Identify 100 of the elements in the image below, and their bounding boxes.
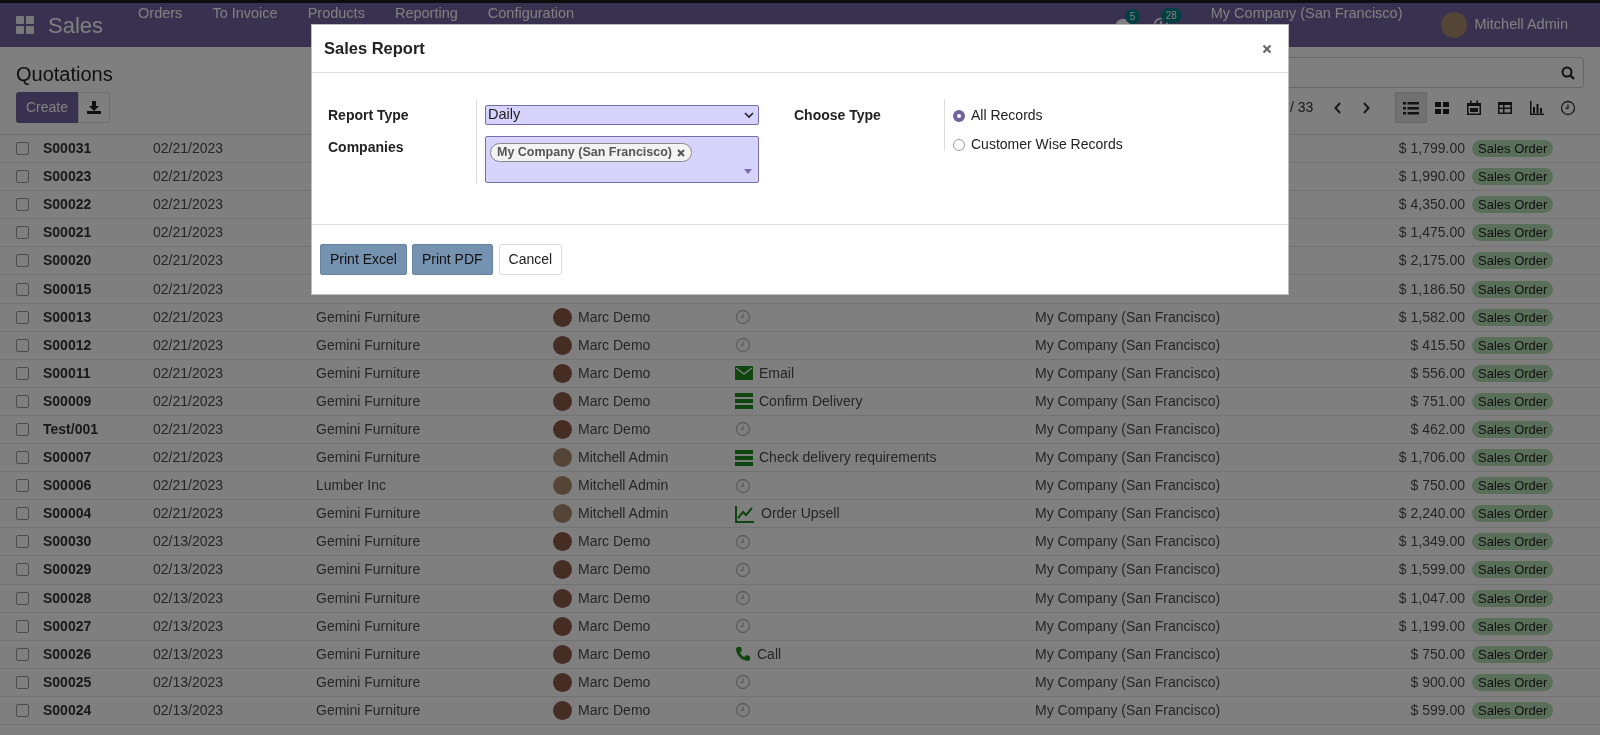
clock-icon: [735, 533, 751, 550]
row-checkbox[interactable]: [16, 675, 29, 689]
avatar: [553, 391, 572, 411]
app-name[interactable]: Sales: [48, 8, 104, 42]
salesperson-name: Marc Demo: [578, 560, 651, 580]
close-icon[interactable]: [1262, 43, 1272, 54]
radio-button[interactable]: [953, 138, 965, 151]
customer-name: Gemini Furniture: [316, 392, 421, 409]
create-button[interactable]: Create: [16, 92, 79, 123]
row-checkbox[interactable]: [16, 479, 29, 493]
salesperson-name: Mitchell Admin: [578, 504, 669, 524]
menu-item[interactable]: Configuration: [472, 5, 590, 22]
dialog-button[interactable]: Print Excel: [320, 244, 407, 275]
row-checkbox[interactable]: [16, 507, 29, 521]
menu-item[interactable]: Orders: [123, 5, 198, 22]
trend-chart-icon: [735, 504, 755, 523]
row-checkbox[interactable]: [16, 170, 29, 184]
company-tag[interactable]: My Company (San Francisco): [490, 143, 693, 162]
status-badge: Sales Order: [1472, 168, 1554, 186]
clock-icon: [735, 337, 751, 354]
activity-label: Check delivery requirements: [759, 448, 937, 468]
row-checkbox[interactable]: [16, 226, 29, 240]
row-checkbox[interactable]: [16, 198, 29, 212]
order-number: S00009: [43, 391, 93, 411]
chevron-right-icon[interactable]: [1361, 100, 1372, 115]
row-checkbox[interactable]: [16, 535, 29, 549]
row-checkbox[interactable]: [16, 338, 29, 352]
row-checkbox[interactable]: [16, 563, 29, 577]
row-checkbox[interactable]: [16, 282, 29, 296]
row-checkbox[interactable]: [16, 451, 29, 465]
avatar: [553, 588, 572, 608]
order-date: 02/21/2023: [153, 391, 225, 411]
avatar: [553, 448, 572, 468]
status-badge: Sales Order: [1472, 392, 1554, 410]
dialog-button[interactable]: Cancel: [498, 244, 563, 275]
view-switch-button[interactable]: [1395, 92, 1427, 123]
order-date: 02/21/2023: [153, 251, 225, 271]
customer-name: Gemini Furniture: [316, 645, 421, 662]
report-type-select[interactable]: Daily: [485, 105, 759, 125]
avatar: [553, 504, 572, 524]
radio-button[interactable]: [953, 109, 965, 122]
company-name: My Company (San Francisco): [1035, 589, 1221, 606]
salesperson-name: Mitchell Admin: [578, 448, 669, 468]
row-checkbox[interactable]: [16, 619, 29, 633]
count-badge: 28: [1160, 8, 1182, 23]
row-checkbox[interactable]: [16, 423, 29, 436]
amount: $ 1,186.50: [1398, 279, 1465, 299]
avatar: [553, 560, 572, 580]
row-checkbox[interactable]: [16, 366, 29, 380]
order-date: 02/13/2023: [153, 700, 225, 720]
order-date: 02/13/2023: [153, 644, 225, 664]
menu-item[interactable]: Products: [292, 5, 380, 22]
amount: $ 556.00: [1410, 363, 1465, 383]
avatar: [553, 532, 572, 552]
customer-name: Gemini Furniture: [316, 364, 421, 381]
company-name: My Company (San Francisco): [1035, 477, 1221, 494]
download-icon: [87, 101, 102, 114]
customer-name: Gemini Furniture: [316, 589, 421, 606]
user-avatar[interactable]: [1440, 12, 1467, 38]
row-checkbox[interactable]: [16, 647, 29, 661]
salesperson-name: Marc Demo: [578, 363, 651, 383]
tasks-icon: [735, 449, 753, 466]
row-checkbox[interactable]: [16, 394, 29, 408]
company-name: My Company (San Francisco): [1035, 308, 1221, 325]
clock-icon: [735, 477, 751, 494]
clock-icon: [735, 561, 751, 578]
row-checkbox[interactable]: [16, 142, 29, 156]
radio-label[interactable]: All Records: [971, 105, 1043, 126]
row-checkbox[interactable]: [16, 591, 29, 605]
companies-field[interactable]: My Company (San Francisco): [485, 136, 759, 183]
row-checkbox[interactable]: [16, 310, 29, 324]
chevron-left-icon[interactable]: [1333, 100, 1344, 115]
apps-grid-icon[interactable]: [16, 16, 34, 34]
menu-item[interactable]: To Invoice: [197, 5, 293, 22]
dialog-button[interactable]: Print PDF: [411, 244, 493, 275]
order-date: 02/21/2023: [153, 167, 225, 187]
row-checkbox[interactable]: [16, 254, 29, 268]
field-label: Companies: [328, 138, 405, 157]
customer-name: Gemini Furniture: [316, 505, 421, 522]
radio-label[interactable]: Customer Wise Records: [971, 134, 1123, 155]
download-button[interactable]: [78, 92, 111, 123]
bar-chart-icon: [1528, 99, 1545, 116]
phone-icon: [735, 646, 751, 663]
remove-icon[interactable]: [677, 148, 686, 157]
status-badge: Sales Order: [1472, 589, 1554, 607]
status-badge: Sales Order: [1472, 224, 1554, 242]
user-menu[interactable]: Mitchell Admin: [1474, 14, 1568, 36]
company-switcher[interactable]: My Company (San Francisco): [1210, 5, 1403, 22]
avatar: [553, 335, 572, 355]
status-badge: Sales Order: [1472, 477, 1554, 495]
amount: $ 1,706.00: [1398, 448, 1465, 468]
activity-label: Call: [757, 644, 782, 664]
row-checkbox[interactable]: [16, 703, 29, 717]
clock-icon: [735, 590, 751, 607]
order-date: 02/21/2023: [153, 448, 225, 468]
order-date: 02/21/2023: [153, 279, 225, 299]
menu-item[interactable]: Reporting: [379, 5, 473, 22]
order-date: 02/21/2023: [153, 420, 225, 439]
order-date: 02/13/2023: [153, 532, 225, 552]
avatar: [553, 476, 572, 496]
